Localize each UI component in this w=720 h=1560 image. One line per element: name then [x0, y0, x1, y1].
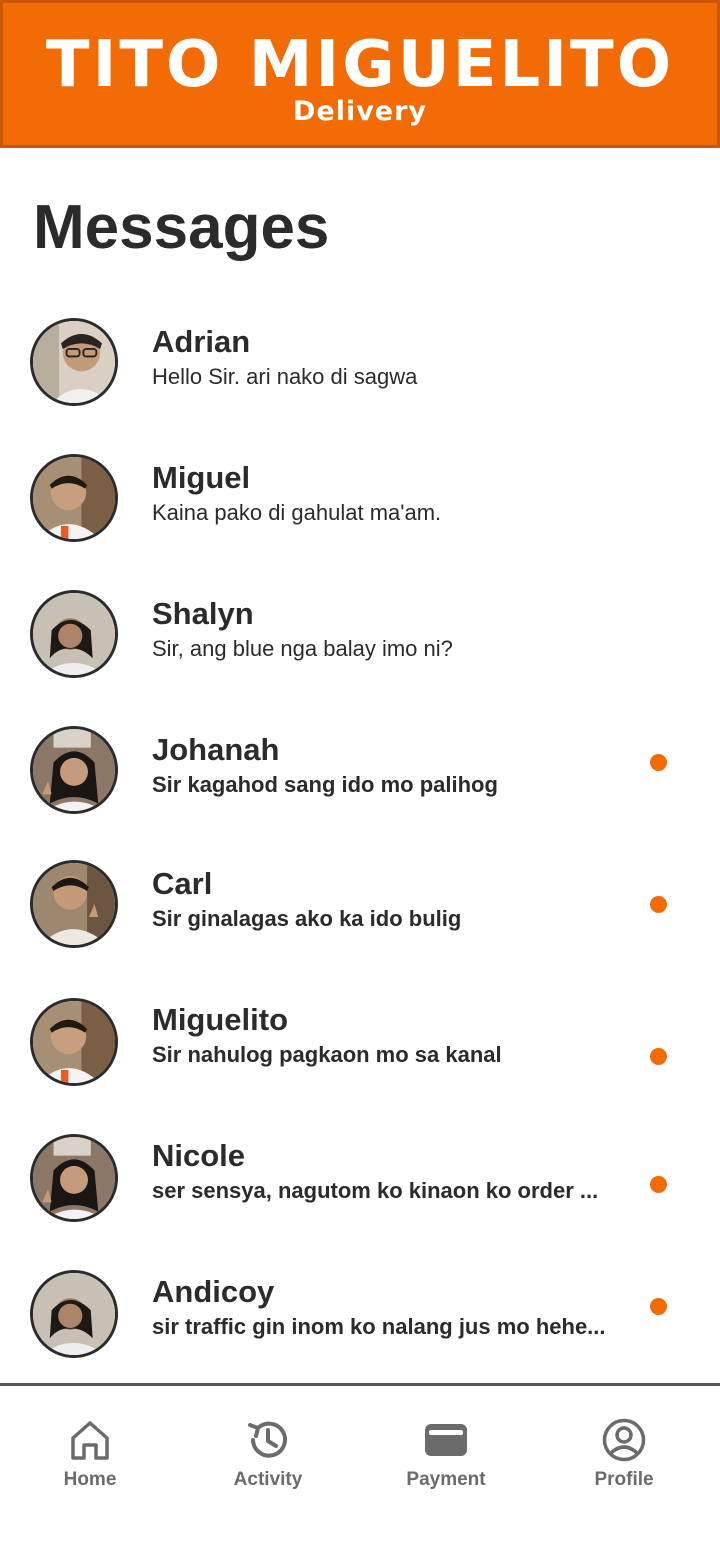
avatar-photo-icon	[33, 593, 115, 675]
message-preview: Sir, ang blue nga balay imo ni?	[152, 636, 453, 661]
nav-payment[interactable]: Payment	[376, 1414, 516, 1504]
nav-activity-label: Activity	[233, 1469, 303, 1490]
avatar	[30, 590, 118, 678]
nav-profile-label: Profile	[594, 1469, 654, 1490]
avatar-photo-icon	[33, 729, 115, 811]
nav-payment-label: Payment	[406, 1469, 486, 1490]
contact-name: Miguel	[152, 460, 251, 495]
message-item-adrian[interactable]: Adrian Hello Sir. ari nako di sagwa	[0, 302, 720, 422]
avatar-photo-icon	[33, 863, 115, 945]
avatar	[30, 1134, 118, 1222]
wallet-icon	[425, 1424, 467, 1456]
contact-name: Johanah	[152, 732, 280, 767]
contact-name: Miguelito	[152, 1002, 289, 1037]
avatar-photo-icon	[33, 1137, 115, 1219]
message-preview: Kaina pako di gahulat ma'am.	[152, 500, 442, 525]
message-preview: Sir kagahod sang ido mo palihog	[152, 772, 498, 797]
avatar	[30, 998, 118, 1086]
avatar	[30, 1270, 118, 1358]
contact-name: Shalyn	[152, 596, 254, 631]
avatar-photo-icon	[33, 457, 115, 539]
page-title: Messages	[33, 193, 330, 262]
contact-name: Nicole	[152, 1138, 246, 1173]
avatar-photo-icon	[33, 1273, 115, 1355]
message-preview: ser sensya, nagutom ko kinaon ko order .…	[152, 1178, 599, 1203]
contact-name: Adrian	[152, 324, 251, 359]
unread-indicator	[650, 1176, 667, 1193]
message-item-andicoy[interactable]: Andicoy sir traffic gin inom ko nalang j…	[0, 1254, 720, 1374]
message-item-miguelito[interactable]: Miguelito Sir nahulog pagkaon mo sa kana…	[0, 982, 720, 1102]
avatar	[30, 318, 118, 406]
brand-header: TITO MIGUELITO Delivery	[0, 0, 720, 148]
message-preview: Sir ginalagas ako ka ido bulig	[152, 906, 462, 931]
nav-activity[interactable]: Activity	[198, 1414, 338, 1504]
avatar-photo-icon	[33, 321, 115, 403]
contact-name: Carl	[152, 866, 213, 901]
unread-indicator	[650, 1048, 667, 1065]
brand-title: TITO MIGUELITO	[45, 28, 675, 102]
bottom-navigation: Home Activity Payment Profile	[0, 1383, 720, 1560]
message-item-carl[interactable]: Carl Sir ginalagas ako ka ido bulig	[0, 846, 720, 966]
brand-subtitle: Delivery	[292, 96, 428, 127]
message-item-johanah[interactable]: Johanah Sir kagahod sang ido mo palihog	[0, 710, 720, 830]
unread-indicator	[650, 754, 667, 771]
unread-indicator	[650, 896, 667, 913]
message-preview: sir traffic gin inom ko nalang jus mo he…	[152, 1314, 606, 1339]
nav-profile[interactable]: Profile	[554, 1414, 694, 1504]
contact-name: Andicoy	[152, 1274, 275, 1309]
app-root: TITO MIGUELITO Delivery Messages Adrian …	[0, 0, 720, 1560]
unread-indicator	[650, 1298, 667, 1315]
nav-home[interactable]: Home	[20, 1414, 160, 1504]
message-item-nicole[interactable]: Nicole ser sensya, nagutom ko kinaon ko …	[0, 1118, 720, 1238]
message-item-miguel[interactable]: Miguel Kaina pako di gahulat ma'am.	[0, 438, 720, 558]
home-icon	[71, 1421, 109, 1460]
message-item-shalyn[interactable]: Shalyn Sir, ang blue nga balay imo ni?	[0, 574, 720, 694]
avatar-photo-icon	[33, 1001, 115, 1083]
avatar	[30, 454, 118, 542]
history-clock-icon	[248, 1421, 287, 1458]
avatar	[30, 726, 118, 814]
message-preview: Hello Sir. ari nako di sagwa	[152, 364, 418, 389]
avatar	[30, 860, 118, 948]
nav-home-label: Home	[63, 1469, 117, 1490]
message-preview: Sir nahulog pagkaon mo sa kanal	[152, 1042, 502, 1067]
profile-icon	[602, 1418, 646, 1462]
